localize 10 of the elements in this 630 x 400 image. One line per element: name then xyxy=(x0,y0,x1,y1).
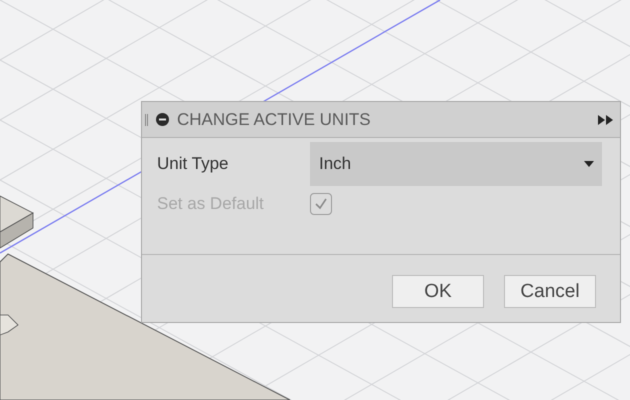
dialog-button[interactable]: Cancel xyxy=(504,275,596,308)
dialog-button[interactable]: OK xyxy=(392,275,484,308)
check-icon xyxy=(313,196,329,212)
collapse-icon[interactable] xyxy=(156,113,169,126)
dropdown-caret-icon xyxy=(584,161,594,167)
expand-icon[interactable] xyxy=(598,114,614,124)
unit-type-dropdown[interactable]: Inch xyxy=(310,142,602,186)
drag-handle-icon[interactable] xyxy=(145,114,148,126)
dialog-title: CHANGE ACTIVE UNITS xyxy=(177,110,372,130)
unit-type-label: Unit Type xyxy=(157,154,230,174)
